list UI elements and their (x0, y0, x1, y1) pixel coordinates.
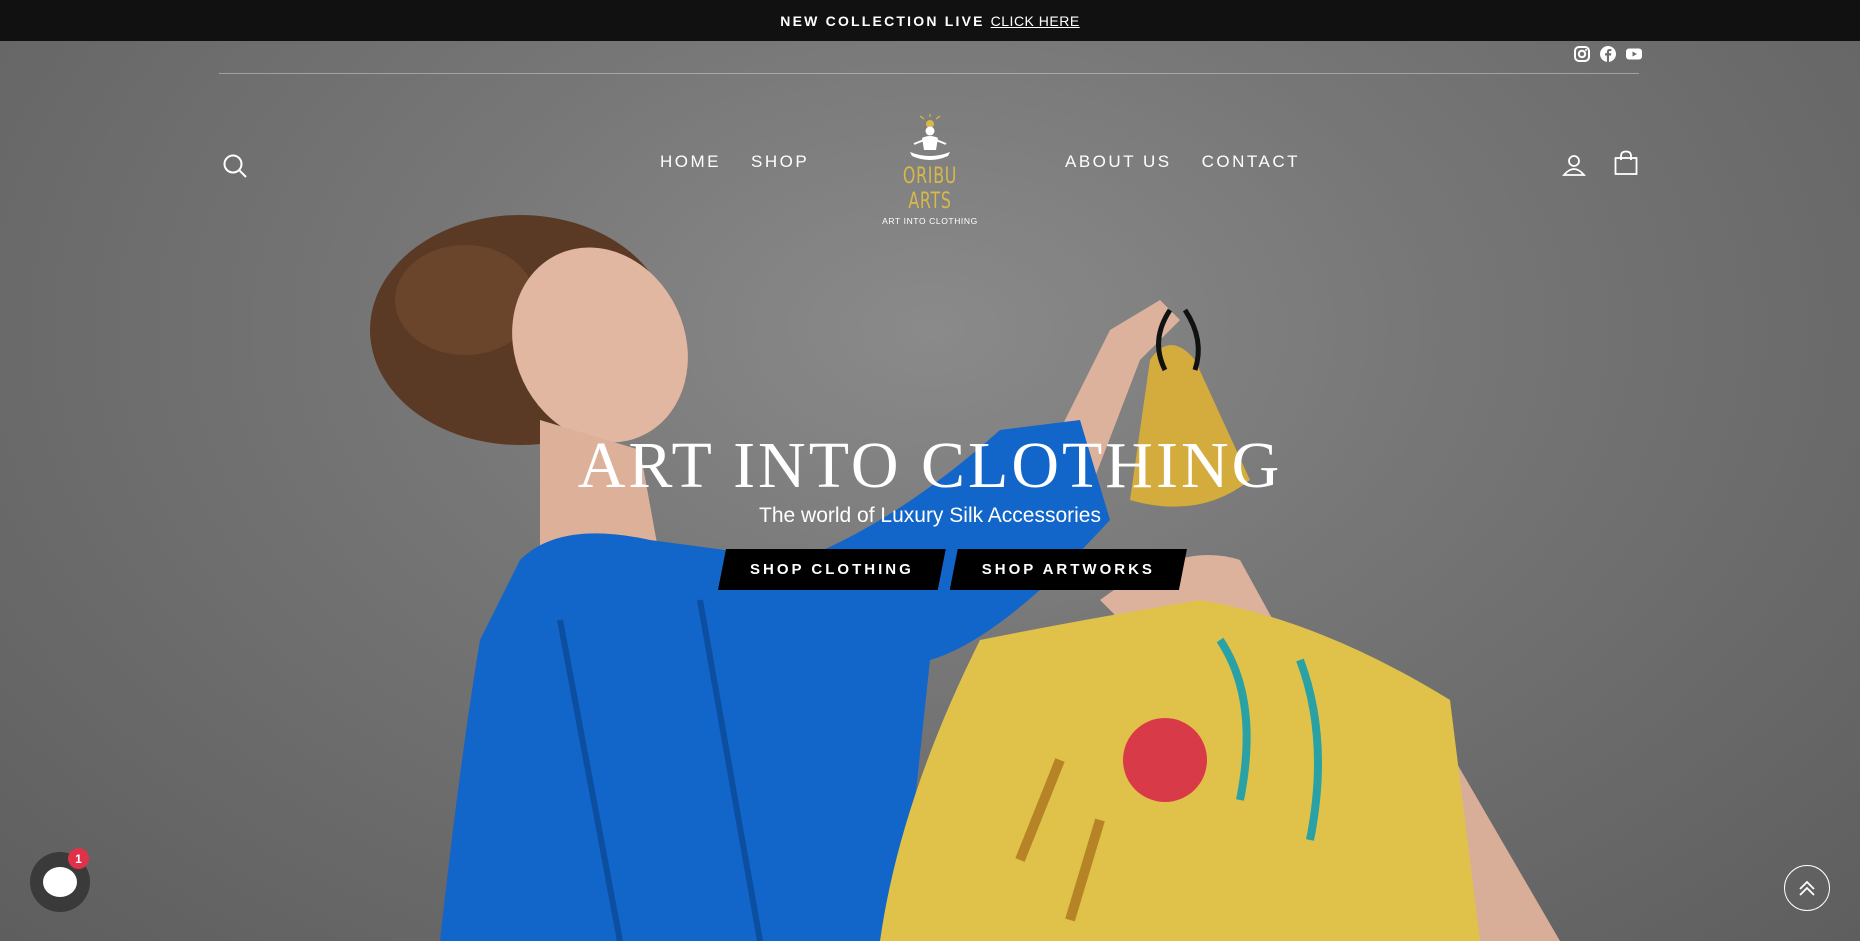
facebook-icon[interactable] (1600, 46, 1616, 62)
nav-contact[interactable]: CONTACT (1202, 152, 1300, 172)
cart-icon[interactable] (1614, 150, 1638, 181)
account-icon[interactable] (1562, 153, 1586, 182)
shop-artworks-button[interactable]: SHOP ARTWORKS (950, 549, 1187, 590)
hero-subheadline: The world of Luxury Silk Accessories (759, 504, 1101, 527)
social-links (1574, 46, 1642, 62)
primary-nav-right: ABOUT US CONTACT (1065, 152, 1300, 172)
shop-clothing-button[interactable]: SHOP CLOTHING (718, 549, 946, 590)
announcement-link[interactable]: CLICK HERE (991, 13, 1080, 29)
nav-shop[interactable]: SHOP (751, 152, 809, 172)
logo-brand: ORIBU ARTS (902, 164, 958, 214)
youtube-icon[interactable] (1626, 46, 1642, 62)
logo-tagline: ART INTO CLOTHING (882, 216, 978, 226)
chat-bubble-icon (43, 867, 77, 897)
header-divider (219, 73, 1639, 74)
announcement-bar: NEW COLLECTION LIVE CLICK HERE (0, 0, 1860, 41)
announcement-text: NEW COLLECTION LIVE (780, 12, 985, 29)
search-icon[interactable] (222, 153, 248, 184)
chat-widget-button[interactable]: 1 (30, 848, 90, 912)
hero-cta-group: SHOP CLOTHING SHOP ARTWORKS (718, 549, 1187, 590)
meditating-figure-icon (910, 114, 950, 160)
instagram-icon[interactable] (1574, 46, 1590, 62)
scroll-to-top-button[interactable] (1784, 865, 1830, 911)
site-logo[interactable]: ORIBU ARTS ART INTO CLOTHING (866, 114, 994, 226)
chevron-up-icon (1799, 880, 1815, 896)
chat-unread-badge: 1 (68, 848, 89, 869)
nav-about-us[interactable]: ABOUT US (1065, 152, 1172, 172)
primary-nav-left: HOME SHOP (660, 152, 809, 172)
nav-home[interactable]: HOME (660, 152, 721, 172)
hero-headline: ART INTO CLOTHING (577, 429, 1283, 502)
